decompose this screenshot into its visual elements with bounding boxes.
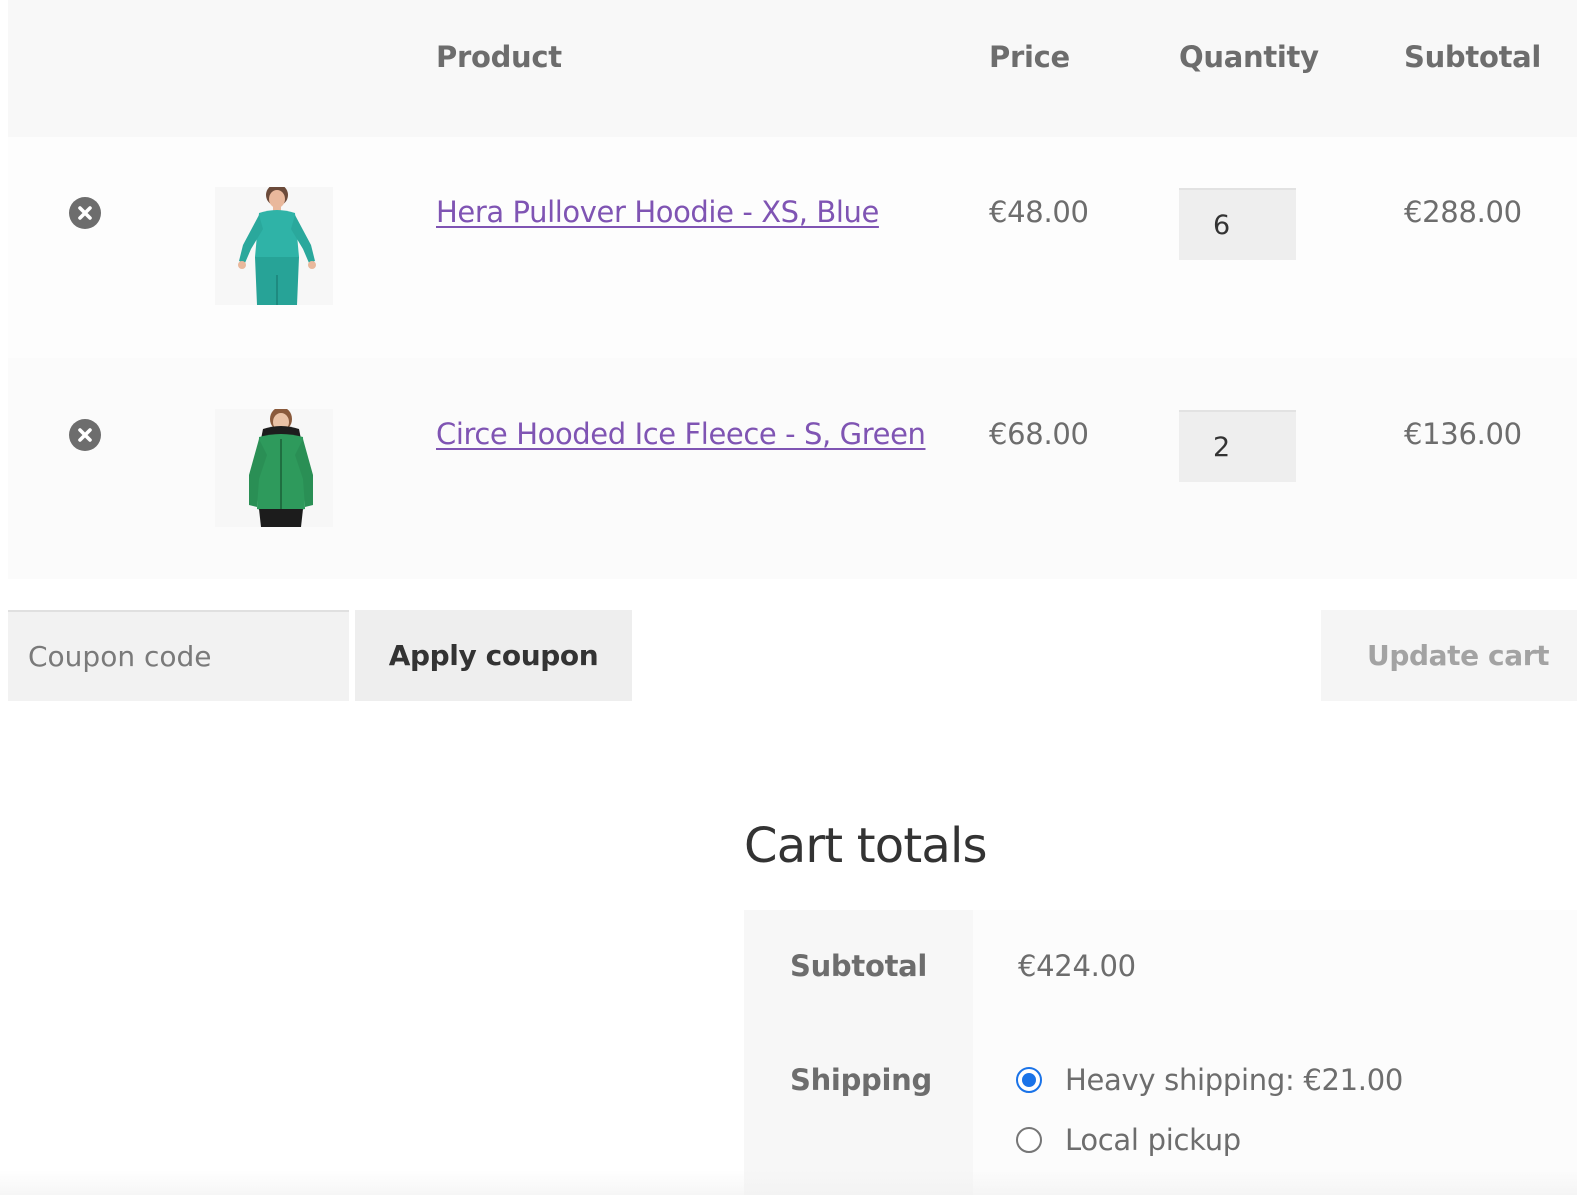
- product-link[interactable]: Hera Pullover Hoodie - XS, Blue: [436, 195, 879, 229]
- close-icon: [78, 428, 92, 442]
- item-subtotal: €136.00: [1404, 417, 1522, 451]
- totals-shipping-label: Shipping: [790, 1063, 932, 1097]
- totals-subtotal-label: Subtotal: [790, 949, 928, 983]
- hoodie-image-icon: [215, 187, 333, 305]
- item-subtotal: €288.00: [1404, 195, 1522, 229]
- shipping-option-label: Local pickup: [1065, 1123, 1241, 1157]
- header-quantity: Quantity: [1179, 40, 1319, 74]
- shipping-option-local-pickup[interactable]: Local pickup: [1016, 1123, 1241, 1157]
- cart-page: Product Price Quantity Subtotal Hera Pul…: [0, 0, 1577, 1195]
- cart-totals-table: Subtotal €424.00 Shipping Heavy shipping…: [744, 910, 1577, 1195]
- totals-subtotal-value: €424.00: [1018, 949, 1136, 983]
- header-subtotal: Subtotal: [1404, 40, 1542, 74]
- cart-totals-heading: Cart totals: [744, 818, 988, 874]
- close-icon: [78, 206, 92, 220]
- header-price: Price: [989, 40, 1070, 74]
- item-price: €48.00: [989, 195, 1089, 229]
- coupon-code-input[interactable]: [8, 610, 349, 701]
- shipping-option-label: Heavy shipping: €21.00: [1065, 1063, 1404, 1097]
- radio-selected-icon[interactable]: [1016, 1067, 1042, 1093]
- product-link[interactable]: Circe Hooded Ice Fleece - S, Green: [436, 417, 926, 451]
- cart-item-row: Circe Hooded Ice Fleece - S, Green €68.0…: [8, 358, 1577, 579]
- fleece-image-icon: [215, 409, 333, 527]
- remove-item-button[interactable]: [69, 197, 101, 229]
- product-thumbnail[interactable]: [215, 409, 333, 527]
- cart-table-header: Product Price Quantity Subtotal: [8, 0, 1577, 137]
- update-cart-button[interactable]: Update cart: [1321, 610, 1577, 701]
- shipping-option-heavy[interactable]: Heavy shipping: €21.00: [1016, 1063, 1403, 1097]
- item-price: €68.00: [989, 417, 1089, 451]
- radio-unselected-icon[interactable]: [1016, 1127, 1042, 1153]
- quantity-input[interactable]: [1179, 188, 1296, 260]
- cart-table: Product Price Quantity Subtotal Hera Pul…: [8, 0, 1577, 579]
- cart-item-row: Hera Pullover Hoodie - XS, Blue €48.00 €…: [8, 137, 1577, 358]
- remove-item-button[interactable]: [69, 419, 101, 451]
- header-product: Product: [436, 40, 562, 74]
- product-thumbnail[interactable]: [215, 187, 333, 305]
- quantity-input[interactable]: [1179, 410, 1296, 482]
- apply-coupon-button[interactable]: Apply coupon: [355, 610, 632, 701]
